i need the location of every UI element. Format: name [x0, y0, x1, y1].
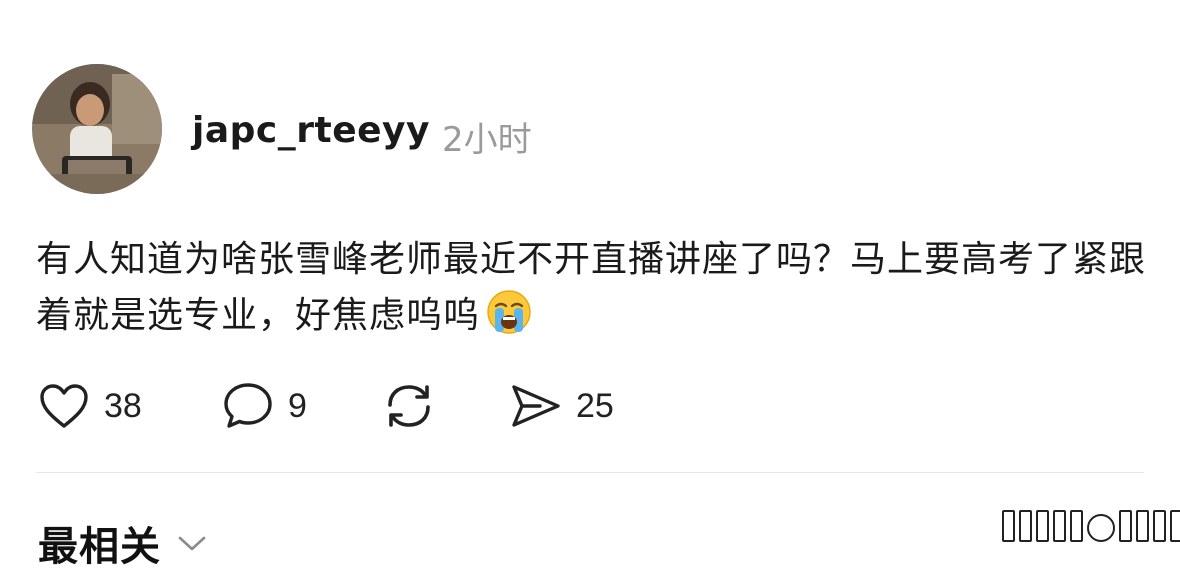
- sort-label: 最相关: [38, 524, 161, 570]
- watermark-bar: [1170, 510, 1180, 542]
- send-icon: [512, 385, 560, 427]
- watermark-bar: [1153, 510, 1166, 542]
- post-text: 有人知道为啥张雪峰老师最近不开直播讲座了吗？马上要高考了紧跟着就是选专业，好焦虑…: [36, 239, 1147, 336]
- avatar[interactable]: [32, 64, 162, 194]
- watermark-bar: [1070, 510, 1083, 542]
- sort-dropdown[interactable]: 最相关: [38, 514, 207, 572]
- username[interactable]: japc_rteeyy: [192, 110, 430, 151]
- heart-icon: [40, 384, 88, 428]
- comment-count: 9: [288, 386, 307, 425]
- avatar-photo: [32, 64, 162, 194]
- like-button[interactable]: 38: [38, 378, 142, 434]
- share-count: 25: [576, 386, 614, 425]
- repost-button[interactable]: [382, 378, 436, 434]
- chevron-down-icon: [178, 536, 206, 551]
- post-timestamp: 2小时: [442, 120, 532, 160]
- watermark-bar: [1019, 510, 1032, 542]
- watermark-dot: [1087, 514, 1115, 542]
- divider: [36, 472, 1144, 473]
- watermark-bar: [1136, 510, 1149, 542]
- watermark: [1002, 510, 1180, 542]
- crying-face-icon: [486, 289, 532, 352]
- like-count: 38: [104, 386, 142, 425]
- repost-icon: [388, 385, 430, 427]
- share-button[interactable]: 25: [508, 378, 614, 434]
- watermark-bar: [1002, 510, 1015, 542]
- comment-icon: [224, 383, 272, 428]
- comment-button[interactable]: 9: [222, 378, 307, 434]
- watermark-bar: [1036, 510, 1049, 542]
- post-text-container: 有人知道为啥张雪峰老师最近不开直播讲座了吗？马上要高考了紧跟着就是选专业，好焦虑…: [36, 232, 1146, 352]
- watermark-bar: [1119, 510, 1132, 542]
- watermark-bar: [1053, 510, 1066, 542]
